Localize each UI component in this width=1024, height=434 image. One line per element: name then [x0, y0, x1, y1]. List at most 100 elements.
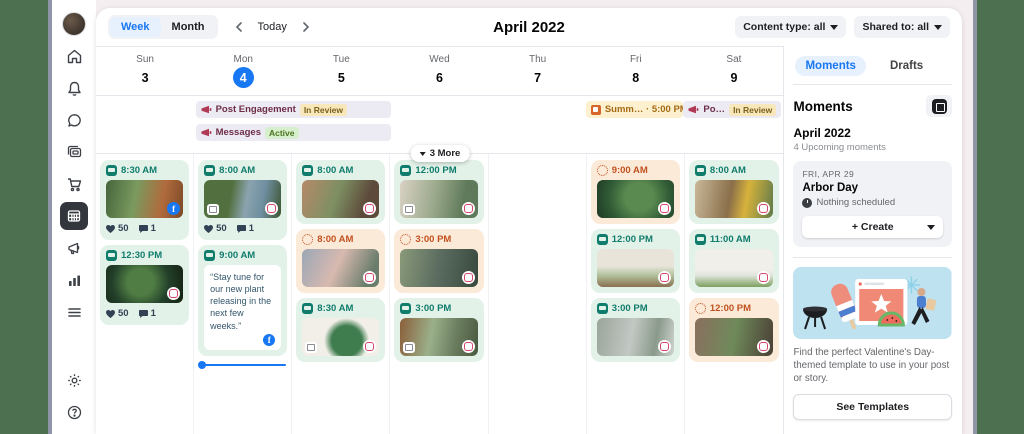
- day-header-mon[interactable]: Mon 4: [194, 47, 292, 95]
- day-header-tue[interactable]: Tue 5: [292, 47, 390, 95]
- comment-icon: [138, 309, 148, 318]
- moments-month: April 2022: [793, 126, 851, 140]
- tab-moments[interactable]: Moments: [795, 56, 866, 76]
- carousel-icon: [207, 204, 220, 215]
- campaign-bar-post-engagement[interactable]: Post Engagement In Review: [195, 101, 391, 118]
- scheduled-post[interactable]: 11:00 AM: [688, 229, 779, 293]
- day-header-fri[interactable]: Fri 8: [587, 47, 685, 95]
- week-view-button[interactable]: Week: [110, 17, 161, 37]
- sidebar-item-planner[interactable]: [60, 202, 88, 230]
- post-type-icon: [204, 250, 216, 261]
- sidebar-item-commerce[interactable]: [60, 170, 88, 198]
- previous-week-button[interactable]: [230, 18, 248, 36]
- post-reactions: 50 1: [106, 308, 183, 319]
- more-label: 3 More: [429, 148, 461, 159]
- tab-drafts[interactable]: Drafts: [880, 56, 933, 76]
- post-photo: [400, 180, 478, 218]
- campaign-bar-messages[interactable]: Messages Active: [195, 124, 391, 141]
- post-photo: [694, 180, 773, 218]
- megaphone-icon: [201, 105, 211, 113]
- text-post-content: “Stay tune for our new plant releasing i…: [210, 272, 272, 331]
- post-type-icon: [204, 165, 216, 176]
- sidebar-item-settings[interactable]: [60, 366, 88, 394]
- app-window: Week Month Today April 2022 Content type…: [0, 0, 1024, 434]
- post-type-icon: [400, 303, 412, 314]
- like-icon: [204, 224, 214, 233]
- divider: [793, 257, 952, 258]
- sidebar-item-home[interactable]: [60, 42, 88, 70]
- today-button[interactable]: Today: [258, 21, 287, 33]
- planner-card: Week Month Today April 2022 Content type…: [96, 8, 962, 434]
- day-header-sun[interactable]: Sun 3: [96, 47, 194, 95]
- sidebar-item-all-tools[interactable]: [60, 298, 88, 326]
- scheduled-post[interactable]: 8:00 AM: [688, 160, 779, 224]
- day-header-thu[interactable]: Thu 7: [489, 47, 587, 95]
- cart-icon: [67, 177, 81, 191]
- bar-chart-icon: [68, 275, 80, 286]
- chevron-down-icon: [830, 24, 839, 30]
- campaign-bar-po[interactable]: Po… In Review: [683, 101, 781, 118]
- post-photo: [596, 318, 674, 356]
- scheduled-post[interactable]: 3:00 PM: [590, 298, 680, 362]
- story-type-icon: [694, 303, 706, 314]
- month-view-button[interactable]: Month: [161, 17, 216, 37]
- instagram-badge-icon: [757, 202, 770, 215]
- scheduled-text-post[interactable]: 9:00 AM “Stay tune for our new plant rel…: [198, 245, 288, 356]
- scheduled-post[interactable]: 12:00 PM: [590, 229, 680, 293]
- day-name: Wed: [429, 54, 450, 65]
- promo-text: Find the perfect Valentine's Day-themed …: [793, 347, 950, 385]
- event-label: Summ… · 5:00 PM: [604, 104, 684, 115]
- content-type-filter[interactable]: Content type: all: [735, 16, 847, 38]
- story-photo: [302, 249, 380, 287]
- moment-card[interactable]: FRI, APR 29 Arbor Day Nothing scheduled …: [793, 161, 952, 247]
- story-time: 3:00 PM: [415, 234, 452, 245]
- post-type-icon: [106, 165, 117, 176]
- profile-avatar[interactable]: [60, 10, 88, 38]
- scheduled-post[interactable]: 8:30 AM: [296, 298, 386, 362]
- scheduled-story[interactable]: 8:00 AM: [296, 229, 386, 293]
- bell-icon: [67, 81, 81, 96]
- scheduled-post[interactable]: 12:30 PM 50 1: [100, 245, 190, 325]
- create-button[interactable]: + Create: [802, 216, 943, 238]
- sidebar-item-notifications[interactable]: [60, 74, 88, 102]
- day-column-thu: [489, 154, 587, 434]
- upcoming-count: 4 Upcoming moments: [793, 142, 886, 153]
- sidebar-item-inbox[interactable]: [60, 106, 88, 134]
- clock-icon: [802, 197, 813, 208]
- scheduled-story[interactable]: 3:00 PM: [394, 229, 484, 293]
- planner-body: Sun 3 Mon 4 Tue 5 Wed 6 Thu 7 Fri 8 Sat …: [96, 46, 962, 434]
- sidebar-item-content[interactable]: [60, 138, 88, 166]
- shared-to-filter-label: Shared to: all: [862, 21, 929, 33]
- scheduled-story[interactable]: 12:00 PM: [688, 298, 779, 362]
- sidebar-item-insights[interactable]: [60, 266, 88, 294]
- campaign-label: Post Engagement: [215, 104, 296, 115]
- promo-illustration: [793, 267, 952, 339]
- day-column-tue: 8:00 AM 8:00 AM 8:30 AM: [292, 154, 391, 434]
- scheduled-post[interactable]: 8:00 AM: [296, 160, 386, 224]
- moments-calendar-button[interactable]: [926, 95, 952, 117]
- posts-icon: [67, 145, 81, 157]
- scheduled-story[interactable]: 9:00 AM: [590, 160, 680, 224]
- post-time: 8:00 AM: [219, 165, 256, 176]
- see-templates-button[interactable]: See Templates: [793, 393, 952, 420]
- scheduled-post[interactable]: 12:00 PM: [394, 160, 484, 224]
- comment-count: 1: [150, 223, 156, 234]
- scheduled-post[interactable]: 8:30 AM f 50 1: [100, 160, 190, 240]
- show-more-button[interactable]: 3 More: [410, 145, 470, 162]
- chevron-left-icon: [235, 22, 242, 32]
- shared-to-filter[interactable]: Shared to: all: [854, 16, 950, 38]
- post-type-icon: [106, 250, 117, 261]
- sidebar-item-ads[interactable]: [60, 234, 88, 262]
- scheduled-post[interactable]: 3:00 PM: [394, 298, 484, 362]
- sidebar-item-help[interactable]: [60, 398, 88, 426]
- next-week-button[interactable]: [297, 18, 315, 36]
- carousel-icon: [305, 342, 318, 353]
- day-name: Tue: [332, 54, 350, 65]
- moments-calendar-icon: [931, 98, 947, 114]
- post-photo: [106, 265, 184, 303]
- scheduled-post[interactable]: 8:00 AM 50 1: [198, 160, 288, 240]
- event-bar-summ[interactable]: Summ… · 5:00 PM: [585, 101, 684, 118]
- day-header-sat[interactable]: Sat 9: [685, 47, 783, 95]
- day-header-wed[interactable]: Wed 6: [390, 47, 488, 95]
- moment-status-text: Nothing scheduled: [816, 197, 896, 208]
